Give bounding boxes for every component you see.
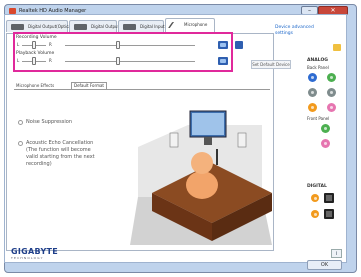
- tab-digital-output[interactable]: Digital Output: [69, 20, 120, 32]
- tab-digital-output-optical[interactable]: Digital Output(Optical): [6, 20, 73, 32]
- echo-line: valid starting from the next: [26, 154, 95, 160]
- hdmi-port[interactable]: [324, 209, 334, 219]
- back-panel-label: Back Panel: [307, 65, 329, 70]
- optical-port[interactable]: [311, 194, 319, 202]
- gigabyte-logo: GIGABYTE: [11, 247, 59, 256]
- set-default-device-button[interactable]: Set Default Device: [251, 60, 291, 69]
- link-line: settings: [275, 31, 293, 36]
- spdif-connector-icon: [11, 24, 24, 30]
- echo-cancellation-label: Acoustic Echo Cancellation (The function…: [26, 140, 95, 168]
- microphone-room-illustration: [130, 110, 272, 245]
- device-advanced-settings-link[interactable]: Device advanced settings: [275, 25, 335, 37]
- front-mic-jack[interactable]: [321, 139, 330, 148]
- coaxial-port[interactable]: [311, 210, 319, 218]
- microphone-icon: [167, 22, 183, 28]
- digital-port[interactable]: [324, 193, 334, 203]
- echo-line: Acoustic Echo Cancellation: [26, 140, 94, 146]
- echo-line: (The function will become: [26, 147, 91, 153]
- front-panel-label: Front Panel: [307, 116, 330, 121]
- analog-heading: ANALOG: [307, 58, 328, 63]
- line-in-jack[interactable]: [308, 73, 317, 82]
- folder-icon[interactable]: [333, 44, 341, 51]
- hdmi-connector-icon: [74, 24, 87, 30]
- side-jack[interactable]: [308, 88, 317, 97]
- tab-label: Microphone: [184, 22, 208, 27]
- recording-boost-icon[interactable]: [235, 41, 243, 49]
- front-headphone-jack[interactable]: [321, 124, 330, 133]
- microphone-effects-label: Microphone Effects: [16, 83, 55, 88]
- digital-heading: DIGITAL: [307, 184, 327, 189]
- technology-tagline: TECHNOLOGY: [11, 256, 44, 260]
- tab-microphone[interactable]: Microphone: [165, 18, 215, 32]
- echo-cancellation-radio[interactable]: [18, 141, 23, 146]
- line-out-jack[interactable]: [327, 73, 336, 82]
- tab-label: Digital Input: [140, 24, 165, 29]
- volume-highlight-box: [13, 32, 233, 72]
- noise-suppression-label: Noise Suppression: [26, 119, 72, 125]
- ok-button[interactable]: OK: [307, 260, 342, 270]
- rear-jack[interactable]: [327, 88, 336, 97]
- digital-input-connector-icon: [123, 24, 136, 30]
- center-sub-jack[interactable]: [308, 103, 317, 112]
- tab-digital-input[interactable]: Digital Input: [118, 20, 165, 32]
- noise-suppression-radio[interactable]: [18, 120, 23, 125]
- tab-label: Digital Output(Optical): [28, 24, 74, 29]
- info-button[interactable]: i: [331, 249, 342, 258]
- info-icon: i: [335, 251, 338, 257]
- echo-line: recording): [26, 161, 52, 167]
- mic-jack[interactable]: [327, 103, 336, 112]
- tab-label: Digital Output: [91, 24, 120, 29]
